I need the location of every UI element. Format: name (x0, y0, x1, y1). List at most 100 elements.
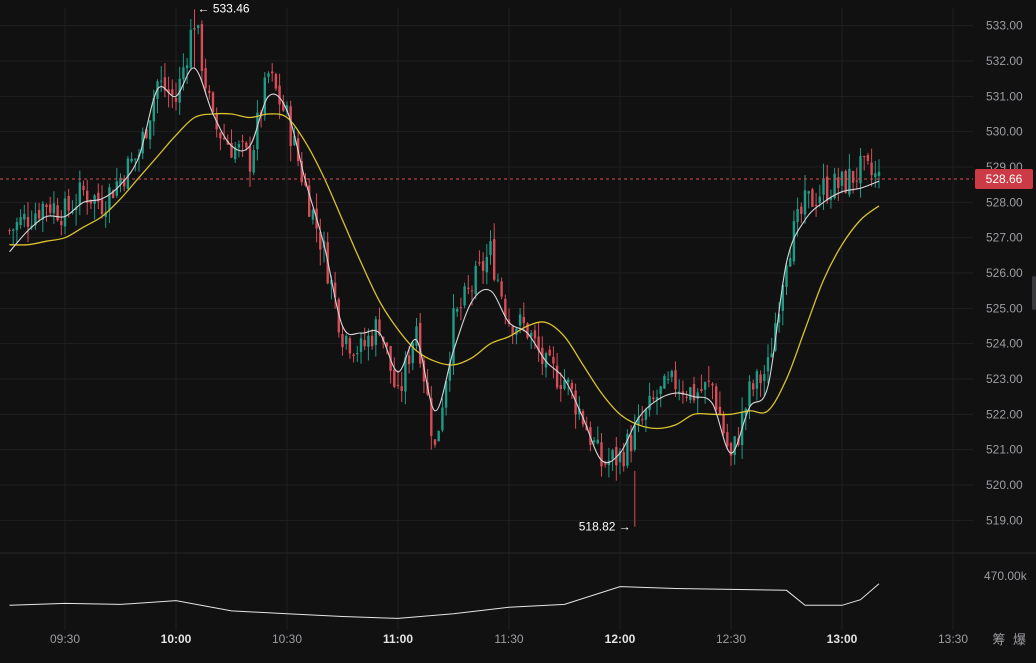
candle-body (467, 287, 470, 289)
y-tick-label: 519.00 (986, 513, 1023, 527)
candle-body (552, 356, 555, 364)
candle-body (452, 308, 455, 365)
candle-body (641, 419, 644, 421)
candle-body (848, 168, 851, 195)
candle-body (374, 319, 377, 345)
candle-body (689, 387, 692, 400)
candle-body (100, 199, 104, 215)
y-tick-label: 524.00 (986, 337, 1023, 351)
candle-body (733, 436, 736, 455)
candle-body (800, 206, 803, 214)
x-tick-label: 09:30 (50, 632, 80, 646)
candle-body (185, 65, 189, 69)
candle-body (600, 442, 603, 467)
candle-body (685, 396, 688, 398)
candle-body (759, 374, 762, 384)
candle-body (493, 239, 496, 280)
candle-body (407, 355, 411, 365)
slow-average-line (9, 112, 880, 430)
low-marker-label: 518.82 → (579, 520, 631, 534)
candle-body (559, 385, 562, 389)
high-marker-label: ← 533.46 (198, 1, 250, 15)
candle-body (93, 195, 96, 204)
candlesticks (8, 9, 881, 527)
candle-body (496, 279, 500, 281)
candle-body (659, 386, 662, 394)
candle-body (60, 220, 63, 226)
candle-body (49, 204, 52, 213)
candle-body (592, 440, 596, 443)
candle-body (707, 380, 710, 382)
candle-body (82, 185, 85, 190)
candle-body (12, 229, 15, 231)
candle-body (548, 349, 551, 356)
candle-body (696, 392, 699, 399)
candle-body (108, 187, 111, 210)
candle-body (26, 217, 30, 227)
candle-body (567, 379, 570, 383)
candle-body (822, 178, 825, 195)
grid-layer (0, 8, 1036, 630)
volume-pane (9, 583, 880, 619)
candle-body (248, 145, 252, 172)
candle-body (356, 353, 359, 355)
candle-body (208, 90, 211, 93)
candle-body (722, 415, 725, 434)
y-tick-label: 528.00 (986, 195, 1023, 209)
candle-body (470, 290, 474, 292)
x-tick-label: 10:00 (161, 632, 192, 646)
candle-body (433, 439, 437, 445)
candle-body (596, 439, 599, 444)
x-tick-label: 13:30 (938, 632, 968, 646)
candle-body (400, 386, 403, 391)
y-tick-label: 525.00 (986, 301, 1023, 315)
candle-body (437, 430, 440, 442)
candle-body (678, 391, 681, 393)
candle-body (263, 77, 266, 116)
price-chart[interactable]: 533.00 532.00 531.00 530.00 529.00 528.00 527.… (0, 0, 1036, 658)
candle-body (200, 24, 204, 72)
candle-body (500, 281, 503, 297)
candle-body (877, 171, 881, 176)
candle-body (359, 338, 363, 352)
last-price-label: 528.66 (986, 172, 1023, 186)
candle-body (755, 371, 759, 389)
candle-body (363, 340, 366, 347)
candle-body (241, 140, 244, 142)
candle-body (78, 182, 81, 205)
candle-body (803, 190, 807, 215)
candle-body (441, 407, 444, 431)
candle-body (174, 97, 178, 102)
candle-body (278, 85, 281, 105)
x-tick-label: 13:00 (827, 632, 858, 646)
candle-body (126, 158, 130, 190)
candle-body (851, 170, 855, 183)
candle-body (211, 92, 215, 113)
x-tick-label: 11:00 (383, 632, 413, 646)
price-scale-handle[interactable] (1032, 276, 1036, 310)
candle-body (726, 432, 729, 447)
candle-body (711, 383, 714, 386)
candle-body (807, 191, 810, 194)
candle-body (489, 241, 492, 256)
candle-body (204, 68, 207, 89)
y-tick-label: 530.00 (986, 125, 1023, 139)
chart-canvas[interactable]: 533.00532.00531.00530.00529.00528.00527.… (0, 0, 1036, 658)
candle-body (134, 158, 137, 160)
x-tick-label: 11:30 (494, 632, 523, 646)
x-tick-label: 10:30 (272, 632, 302, 646)
x-tick-label: 12:30 (716, 632, 746, 646)
candle-body (252, 150, 255, 173)
candle-body (237, 144, 241, 148)
candle-body (874, 173, 877, 178)
y-tick-label: 522.00 (986, 407, 1023, 421)
candle-body (870, 162, 873, 176)
y-tick-label: 520.00 (986, 478, 1023, 492)
candle-body (160, 80, 163, 82)
price-markers: 528.66 ← 533.46 518.82 → (0, 1, 1033, 534)
candle-body (555, 365, 559, 388)
candle-body (219, 132, 222, 139)
candle-body (763, 374, 766, 381)
candle-body (663, 375, 666, 389)
candle-body (345, 335, 348, 345)
